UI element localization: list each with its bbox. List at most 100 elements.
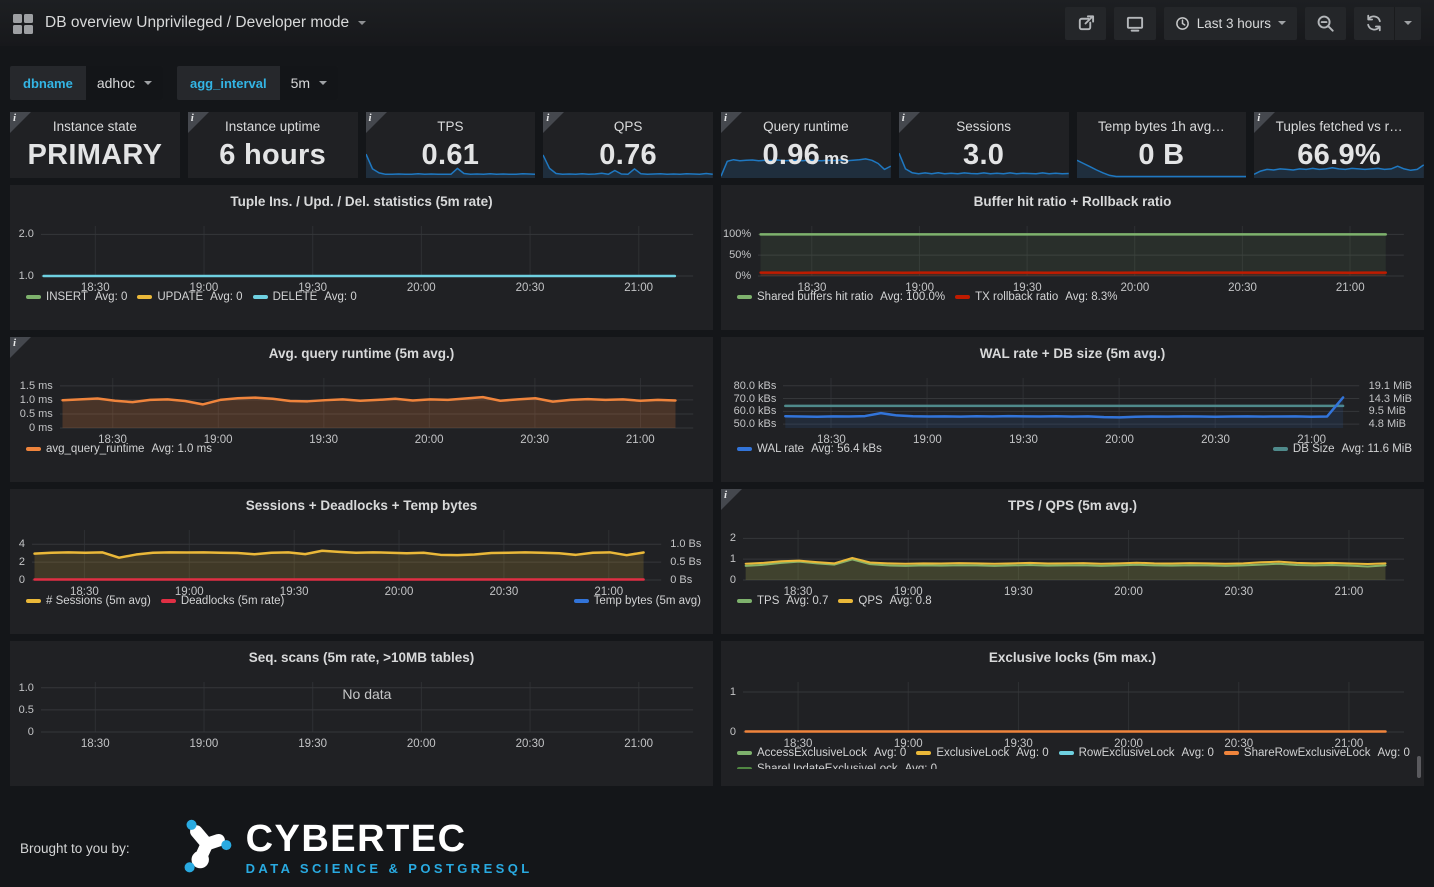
y-axis-label: 2.0 xyxy=(19,228,34,240)
panel-title[interactable]: Avg. query runtime (5m avg.) xyxy=(10,337,713,361)
legend-item[interactable]: DB SizeAvg: 11.6 MiB xyxy=(1273,443,1412,455)
series-color-swatch xyxy=(26,295,41,299)
x-axis-label: 20:30 xyxy=(516,738,545,750)
legend: Shared buffers hit ratioAvg: 100.0%TX ro… xyxy=(737,289,1412,305)
variable-label: agg_interval xyxy=(177,66,280,100)
x-axis-label: 20:00 xyxy=(1120,282,1149,294)
x-axis-label: 20:30 xyxy=(516,282,545,294)
chevron-down-icon[interactable] xyxy=(358,21,366,25)
y-axis-label: 0.5 ms xyxy=(20,408,53,420)
plot-area: 0 ms0.5 ms1.0 ms1.5 ms18:3019:0019:3020:… xyxy=(60,378,693,428)
x-axis-label: 19:30 xyxy=(1009,434,1038,446)
navbar: DB overview Unprivileged / Developer mod… xyxy=(0,0,1434,46)
y-axis-label-right: 0 Bs xyxy=(670,574,692,586)
panel-title[interactable]: Seq. scans (5m rate, >10MB tables) xyxy=(10,641,713,665)
x-axis-label: 18:30 xyxy=(784,586,813,598)
plot-area: 0240 Bs0.5 Bs1.0 Bs18:3019:0019:3020:002… xyxy=(32,530,661,580)
stat-panel-title: Sessions xyxy=(899,119,1069,134)
series-color-swatch xyxy=(737,767,752,769)
info-icon[interactable]: i xyxy=(899,112,920,133)
clock-icon xyxy=(1175,16,1190,31)
plot-svg xyxy=(783,378,1359,428)
refresh-icon xyxy=(1365,14,1383,32)
panel-avg-query-runtime-5m-avg: iAvg. query runtime (5m avg.) 0 ms0.5 ms1… xyxy=(10,337,713,482)
legend-series-name: ShareUpdateExclusiveLock xyxy=(757,763,898,769)
legend: avg_query_runtimeAvg: 1.0 ms xyxy=(26,441,701,457)
legend-scrollbar[interactable] xyxy=(1417,756,1421,778)
series-color-swatch xyxy=(161,599,176,603)
x-axis-label: 19:00 xyxy=(894,738,923,750)
legend-item[interactable]: WAL rateAvg: 56.4 kBs xyxy=(737,443,882,455)
x-axis-label: 20:30 xyxy=(1228,282,1257,294)
variable-value-dropdown[interactable]: 5m xyxy=(280,66,338,100)
legend: AccessExclusiveLockAvg: 0ExclusiveLockAv… xyxy=(737,745,1412,769)
x-axis-label: 21:00 xyxy=(594,586,623,598)
x-axis-label: 18:30 xyxy=(817,434,846,446)
logo-text: CYBERTEC DATA SCIENCE & POSTGRESQL xyxy=(246,820,533,876)
panel-wal-rate-db-size-5m-avg: WAL rate + DB size (5m avg.)50.0 kBs60.0… xyxy=(721,337,1424,482)
panel-title[interactable]: Sessions + Deadlocks + Temp bytes xyxy=(10,489,713,513)
y-axis-label: 0 xyxy=(730,726,736,738)
logo-subtitle: DATA SCIENCE & POSTGRESQL xyxy=(246,861,533,876)
legend-item[interactable]: Temp bytes (5m avg) xyxy=(574,595,701,607)
x-axis-label: 20:00 xyxy=(407,738,436,750)
y-axis-label-right: 19.1 MiB xyxy=(1369,380,1412,392)
info-icon[interactable]: i xyxy=(721,112,742,133)
stat-value: 6 hours xyxy=(188,139,358,172)
stat-panel-tuples-fetched-vs-r: iTuples fetched vs r…66.9% xyxy=(1254,112,1424,178)
stat-panel-instance-state: iInstance statePRIMARY xyxy=(10,112,180,178)
y-axis-label-right: 0.5 Bs xyxy=(670,556,701,568)
x-axis-label: 21:00 xyxy=(1335,738,1364,750)
legend-item[interactable]: INSERTAvg: 0 xyxy=(26,291,127,303)
y-axis-label: 1.0 xyxy=(19,682,34,694)
share-button[interactable] xyxy=(1065,7,1106,40)
legend-avg-value: Avg: 0 xyxy=(905,763,937,769)
footer: Brought to you by: CYBERTEC DATA SCIENCE… xyxy=(20,818,1434,878)
y-axis-label-right: 4.8 MiB xyxy=(1369,418,1406,430)
stats-row: iInstance statePRIMARYiInstance uptime6 … xyxy=(10,112,1424,178)
y-axis-label: 100% xyxy=(723,228,751,240)
info-icon[interactable]: i xyxy=(188,112,209,133)
panel-title[interactable]: WAL rate + DB size (5m avg.) xyxy=(721,337,1424,361)
y-axis-label: 1.5 ms xyxy=(20,380,53,392)
x-axis-label: 21:00 xyxy=(624,738,653,750)
info-icon[interactable]: i xyxy=(10,112,31,133)
legend-item[interactable]: AccessExclusiveLockAvg: 0 xyxy=(737,747,906,759)
legend-item[interactable]: ShareUpdateExclusiveLock Avg: 0 xyxy=(737,763,937,769)
series-color-swatch xyxy=(137,295,152,299)
dashboard-title[interactable]: DB overview Unprivileged / Developer mod… xyxy=(45,14,349,32)
series-color-swatch xyxy=(1224,751,1239,755)
legend-series-name: avg_query_runtime xyxy=(46,443,144,455)
footer-label: Brought to you by: xyxy=(20,841,130,856)
logo-title: CYBERTEC xyxy=(246,820,533,858)
stat-value: 0.96ms xyxy=(721,139,891,172)
stat-panel-instance-uptime: iInstance uptime6 hours xyxy=(188,112,358,178)
refresh-interval-dropdown[interactable] xyxy=(1395,7,1421,40)
panel-title[interactable]: Buffer hit ratio + Rollback ratio xyxy=(721,185,1424,209)
x-axis-label: 20:30 xyxy=(1201,434,1230,446)
info-icon[interactable]: i xyxy=(366,112,387,133)
legend-avg-value: Avg: 0 xyxy=(1377,747,1409,759)
dashboard-icon[interactable] xyxy=(13,14,32,33)
x-axis-label: 19:00 xyxy=(905,282,934,294)
legend-series-name: WAL rate xyxy=(757,443,804,455)
refresh-button[interactable] xyxy=(1354,7,1395,40)
info-icon[interactable]: i xyxy=(1254,112,1275,133)
zoom-out-button[interactable] xyxy=(1305,7,1346,40)
time-range-label: Last 3 hours xyxy=(1197,16,1271,31)
y-axis-label: 50% xyxy=(729,249,751,261)
info-icon[interactable]: i xyxy=(10,337,31,358)
tv-mode-button[interactable] xyxy=(1114,7,1156,40)
panel-title[interactable]: Tuple Ins. / Upd. / Del. statistics (5m … xyxy=(10,185,713,209)
stat-panel-title: Temp bytes 1h avg… xyxy=(1077,119,1247,134)
chevron-down-icon xyxy=(1278,21,1286,25)
panel-title[interactable]: Exclusive locks (5m max.) xyxy=(721,641,1424,665)
info-icon[interactable]: i xyxy=(543,112,564,133)
variable-value-dropdown[interactable]: adhoc xyxy=(86,66,163,100)
time-range-picker[interactable]: Last 3 hours xyxy=(1164,7,1297,40)
x-axis-label: 19:30 xyxy=(1004,738,1033,750)
info-icon[interactable]: i xyxy=(721,489,742,510)
x-axis-label: 21:00 xyxy=(1335,586,1364,598)
panel-title[interactable]: TPS / QPS (5m avg.) xyxy=(721,489,1424,513)
y-axis-label: 1.0 xyxy=(19,270,34,282)
